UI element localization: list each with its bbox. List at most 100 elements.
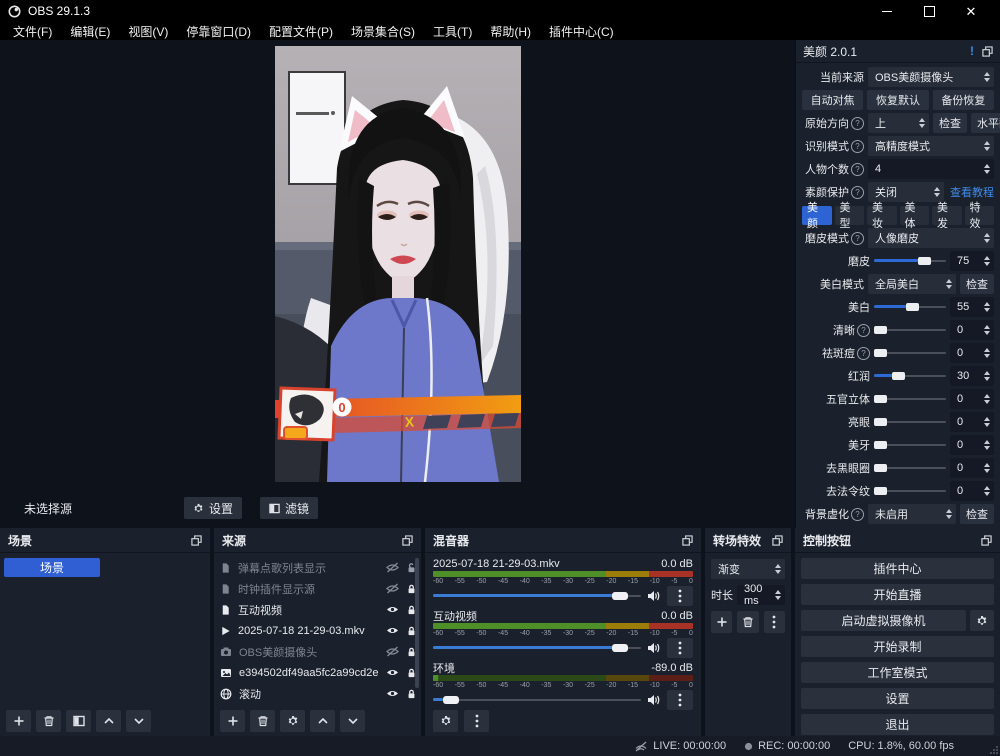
- menu-item-2[interactable]: 视图(V): [119, 23, 177, 40]
- beauty-button[interactable]: 检查: [960, 274, 994, 294]
- slider-value-stepper[interactable]: 0: [950, 435, 994, 455]
- slider-value-stepper[interactable]: 30: [950, 366, 994, 386]
- source-row[interactable]: e394502df49aa5fc2a99cd2e7c: [220, 662, 417, 683]
- control-button-3[interactable]: 开始录制: [801, 636, 994, 657]
- add-scene-button[interactable]: [6, 710, 31, 732]
- advanced-audio-button[interactable]: [433, 710, 458, 732]
- slider-handle[interactable]: [443, 696, 459, 704]
- minimize-button[interactable]: [866, 0, 908, 22]
- audio-menu-button[interactable]: [667, 586, 693, 606]
- menu-item-7[interactable]: 帮助(H): [481, 23, 540, 40]
- filters-button[interactable]: 滤镜: [260, 497, 318, 519]
- scene-up-button[interactable]: [96, 710, 121, 732]
- slider-value-stepper[interactable]: 0: [950, 412, 994, 432]
- menu-item-5[interactable]: 场景集合(S): [342, 23, 424, 40]
- popout-icon[interactable]: [402, 535, 413, 546]
- beauty-select[interactable]: 上: [868, 113, 929, 133]
- beauty-select[interactable]: 高精度模式: [868, 136, 994, 156]
- beauty-button[interactable]: 检查: [960, 504, 994, 524]
- slider-handle[interactable]: [874, 418, 887, 426]
- scene-filters-button[interactable]: [66, 710, 91, 732]
- popout-icon[interactable]: [682, 535, 693, 546]
- control-button-0[interactable]: 插件中心: [801, 558, 994, 579]
- resize-grip[interactable]: [990, 746, 998, 754]
- beauty-select[interactable]: 全局美白: [868, 274, 956, 294]
- menu-item-8[interactable]: 插件中心(C): [540, 23, 623, 40]
- control-button-4[interactable]: 工作室模式: [801, 662, 994, 683]
- beauty-slider[interactable]: [874, 343, 946, 363]
- slider-value-stepper[interactable]: 0: [950, 389, 994, 409]
- beauty-tab-4[interactable]: 美发: [932, 206, 962, 225]
- menu-item-1[interactable]: 编辑(E): [61, 23, 119, 40]
- source-properties-button[interactable]: 设置: [184, 497, 242, 519]
- control-button-1[interactable]: 开始直播: [801, 584, 994, 605]
- slider-handle[interactable]: [874, 464, 887, 472]
- source-properties-button[interactable]: [280, 710, 305, 732]
- audio-menu-button[interactable]: [667, 690, 693, 710]
- popout-icon[interactable]: [982, 46, 993, 57]
- slider-value-stepper[interactable]: 75: [950, 251, 994, 271]
- beauty-slider[interactable]: [874, 297, 946, 317]
- slider-handle[interactable]: [892, 372, 905, 380]
- add-source-button[interactable]: [220, 710, 245, 732]
- source-up-button[interactable]: [310, 710, 335, 732]
- beauty-button[interactable]: 水平翻转: [971, 113, 1000, 133]
- slider-handle[interactable]: [874, 326, 887, 334]
- slider-handle[interactable]: [612, 644, 628, 652]
- menu-item-0[interactable]: 文件(F): [4, 23, 61, 40]
- vcam-settings-button[interactable]: [970, 610, 994, 631]
- beauty-slider[interactable]: [874, 366, 946, 386]
- beauty-slider[interactable]: [874, 389, 946, 409]
- slider-handle[interactable]: [874, 441, 887, 449]
- menu-item-6[interactable]: 工具(T): [424, 23, 481, 40]
- beauty-tab-3[interactable]: 美体: [900, 206, 930, 225]
- beauty-tab-5[interactable]: 特效: [965, 206, 995, 225]
- sources-scrollbar[interactable]: [415, 558, 419, 688]
- beauty-slider[interactable]: [874, 458, 946, 478]
- beauty-select[interactable]: 人像磨皮: [868, 228, 994, 248]
- slider-value-stepper[interactable]: 0: [950, 458, 994, 478]
- remove-scene-button[interactable]: [36, 710, 61, 732]
- menu-item-3[interactable]: 停靠窗口(D): [177, 23, 260, 40]
- beauty-slider[interactable]: [874, 251, 946, 271]
- lock-icon[interactable]: [406, 688, 417, 700]
- beauty-select[interactable]: OBS美颜摄像头: [868, 67, 994, 87]
- beauty-tab-0[interactable]: 美颜: [802, 206, 832, 225]
- tutorial-link[interactable]: 查看教程: [950, 184, 994, 200]
- popout-icon[interactable]: [191, 535, 202, 546]
- transition-duration-stepper[interactable]: 300 ms: [737, 585, 785, 605]
- people-count-stepper[interactable]: 4: [868, 159, 994, 179]
- video-preview[interactable]: 0 X: [275, 46, 521, 482]
- beauty-select[interactable]: 未启用: [868, 504, 956, 524]
- source-row[interactable]: 2025-07-18 21-29-03.mkv: [220, 620, 417, 641]
- source-down-button[interactable]: [340, 710, 365, 732]
- mixer-menu-button[interactable]: [464, 710, 489, 732]
- beauty-button[interactable]: 自动对焦: [802, 90, 863, 110]
- popout-icon[interactable]: [981, 535, 992, 546]
- transition-menu-button[interactable]: [764, 611, 785, 633]
- beauty-slider[interactable]: [874, 435, 946, 455]
- slider-handle[interactable]: [874, 487, 887, 495]
- beauty-tab-1[interactable]: 美型: [835, 206, 865, 225]
- volume-slider[interactable]: [433, 638, 641, 658]
- beauty-slider[interactable]: [874, 412, 946, 432]
- slider-value-stepper[interactable]: 55: [950, 297, 994, 317]
- beauty-button[interactable]: 备份恢复: [933, 90, 994, 110]
- scene-list-item[interactable]: 场景: [4, 558, 100, 577]
- volume-slider[interactable]: [433, 690, 641, 710]
- source-row[interactable]: OBS美颜摄像头: [220, 641, 417, 662]
- slider-value-stepper[interactable]: 0: [950, 481, 994, 501]
- remove-source-button[interactable]: [250, 710, 275, 732]
- beauty-slider[interactable]: [874, 481, 946, 501]
- remove-transition-button[interactable]: [737, 611, 758, 633]
- source-row[interactable]: 互动视频: [220, 599, 417, 620]
- source-row[interactable]: 时钟插件显示源: [220, 578, 417, 599]
- slider-value-stepper[interactable]: 0: [950, 320, 994, 340]
- scene-down-button[interactable]: [126, 710, 151, 732]
- beauty-tab-2[interactable]: 美妆: [867, 206, 897, 225]
- slider-handle[interactable]: [874, 349, 887, 357]
- control-button-2[interactable]: 启动虚拟摄像机: [801, 610, 966, 631]
- beauty-button[interactable]: 恢复默认: [867, 90, 928, 110]
- popout-icon[interactable]: [772, 535, 783, 546]
- slider-value-stepper[interactable]: 0: [950, 343, 994, 363]
